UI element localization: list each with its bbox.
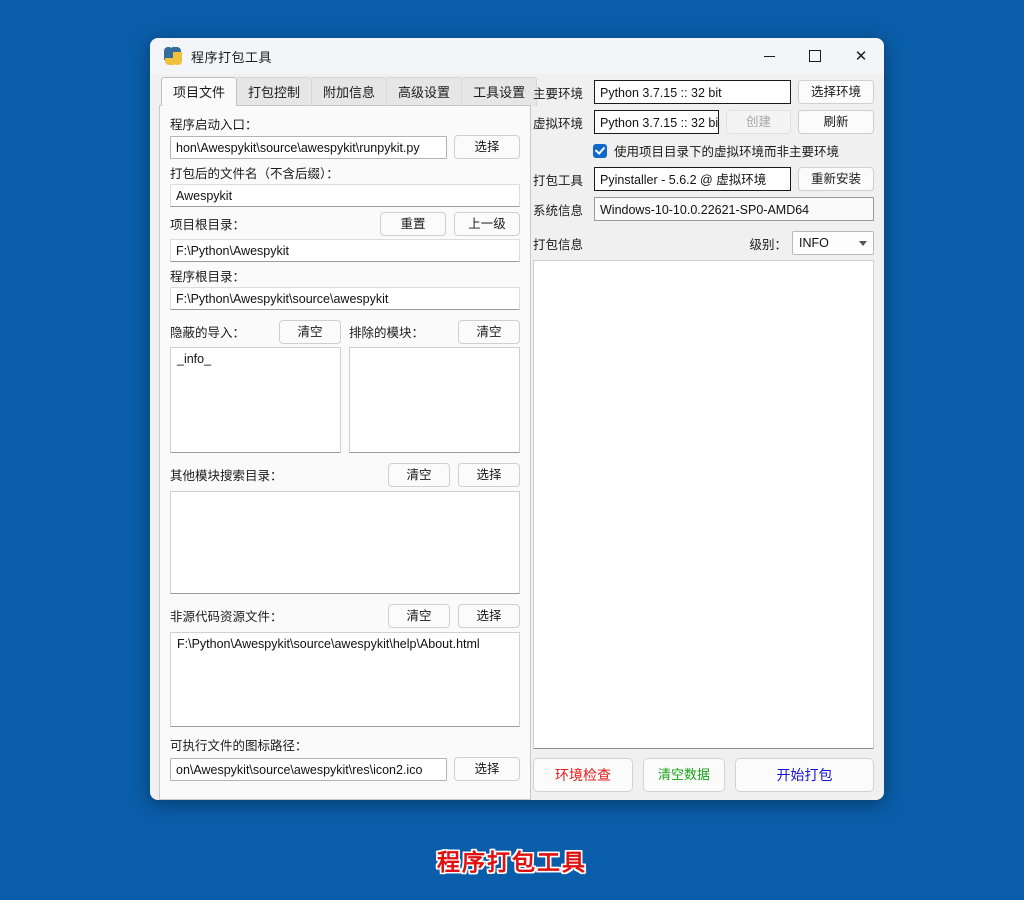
refresh-venv-button[interactable]: 刷新 bbox=[798, 110, 874, 134]
main-env-row: 主要环境 Python 3.7.15 :: 32 bit 选择环境 bbox=[533, 80, 874, 104]
log-panel-title: 打包信息 bbox=[533, 237, 584, 252]
tab-strip: 项目文件 打包控制 附加信息 高级设置 工具设置 bbox=[159, 77, 538, 106]
icon-path-label-row: 可执行文件的图标路径： bbox=[170, 735, 520, 754]
excluded-modules-label: 排除的模块： bbox=[349, 326, 425, 340]
left-pane: 项目文件 打包控制 附加信息 高级设置 工具设置 程序启动入口： hon\Awe… bbox=[150, 74, 538, 800]
resource-files-clear-button[interactable]: 清空 bbox=[388, 603, 450, 628]
excluded-modules-header: 排除的模块： 清空 bbox=[349, 319, 520, 344]
excluded-modules-list[interactable] bbox=[349, 347, 520, 453]
tab-tool-settings[interactable]: 工具设置 bbox=[461, 77, 538, 106]
hidden-imports-label: 隐蔽的导入： bbox=[170, 326, 246, 340]
resource-files-label: 非源代码资源文件： bbox=[170, 610, 283, 624]
action-bar: 环境检查 清空数据 开始打包 bbox=[533, 749, 874, 800]
entry-point-label-row: 程序启动入口： bbox=[170, 114, 520, 133]
output-name-input[interactable]: Awespykit bbox=[170, 184, 520, 207]
other-search-paths-label: 其他模块搜索目录： bbox=[170, 469, 283, 483]
reinstall-packtool-button[interactable]: 重新安装 bbox=[798, 167, 874, 191]
tab-extra-info[interactable]: 附加信息 bbox=[311, 77, 388, 106]
system-info-row: 系统信息 Windows-10-10.0.22621-SP0-AMD64 bbox=[533, 197, 874, 221]
tab-pack-control[interactable]: 打包控制 bbox=[236, 77, 313, 106]
pack-tool-label: 打包工具 bbox=[533, 173, 584, 188]
other-search-paths-header: 其他模块搜索目录： 清空 选择 bbox=[170, 462, 520, 487]
hidden-imports-list[interactable]: _info_ bbox=[170, 347, 341, 453]
virtual-env-row: 虚拟环境 Python 3.7.15 :: 32 bit 创建 刷新 bbox=[533, 110, 874, 134]
log-level-label: 级别： bbox=[749, 237, 787, 252]
pack-tool-row: 打包工具 Pyinstaller - 5.6.2 @ 虚拟环境 重新安装 bbox=[533, 167, 874, 191]
imports-lists-row: _info_ bbox=[170, 347, 520, 453]
hidden-imports-header: 隐蔽的导入： 清空 bbox=[170, 319, 341, 344]
log-level-value: INFO bbox=[799, 236, 829, 250]
virtual-env-label: 虚拟环境 bbox=[533, 116, 584, 131]
entry-point-row: hon\Awespykit\source\awespykit\runpykit.… bbox=[170, 135, 520, 159]
python-logo-icon bbox=[164, 47, 182, 65]
pack-tool-input[interactable]: Pyinstaller - 5.6.2 @ 虚拟环境 bbox=[594, 167, 791, 191]
program-root-label-row: 程序根目录： bbox=[170, 266, 520, 285]
log-level-select[interactable]: INFO bbox=[792, 231, 874, 255]
create-venv-button[interactable]: 创建 bbox=[726, 110, 791, 134]
start-pack-button[interactable]: 开始打包 bbox=[735, 758, 874, 792]
project-root-reset-button[interactable]: 重置 bbox=[380, 211, 446, 236]
other-search-paths-select-button[interactable]: 选择 bbox=[458, 462, 520, 487]
tab-advanced-settings[interactable]: 高级设置 bbox=[386, 77, 463, 106]
hidden-imports-clear-button[interactable]: 清空 bbox=[279, 319, 341, 344]
other-search-paths-list[interactable] bbox=[170, 491, 520, 594]
output-name-label-row: 打包后的文件名（不含后缀）： bbox=[170, 163, 520, 182]
resource-files-header: 非源代码资源文件： 清空 选择 bbox=[170, 603, 520, 628]
env-check-button[interactable]: 环境检查 bbox=[533, 758, 633, 792]
list-item[interactable]: F:\Python\Awespykit\source\awespykit\hel… bbox=[177, 637, 513, 651]
close-icon: ✕ bbox=[854, 46, 868, 65]
program-root-label: 程序根目录： bbox=[170, 270, 246, 284]
project-root-input[interactable]: F:\Python\Awespykit bbox=[170, 239, 520, 262]
desktop-caption: 程序打包工具 bbox=[437, 849, 587, 875]
application-window: 程序打包工具 ✕ 项目文件 打包控制 附加信息 高级设置 工具设置 程序启动入口… bbox=[150, 38, 884, 800]
virtual-env-input[interactable]: Python 3.7.15 :: 32 bit bbox=[594, 110, 719, 134]
program-root-input[interactable]: F:\Python\Awespykit\source\awespykit bbox=[170, 287, 520, 310]
window-controls: ✕ bbox=[746, 38, 884, 74]
output-name-label: 打包后的文件名（不含后缀）： bbox=[170, 167, 339, 181]
entry-point-input[interactable]: hon\Awespykit\source\awespykit\runpykit.… bbox=[170, 135, 447, 159]
clear-data-button[interactable]: 清空数据 bbox=[643, 758, 725, 792]
resource-files-select-button[interactable]: 选择 bbox=[458, 603, 520, 628]
project-root-header: 项目根目录： 重置 上一级 bbox=[170, 211, 520, 236]
icon-path-input[interactable]: on\Awespykit\source\awespykit\res\icon2.… bbox=[170, 757, 447, 781]
minimize-button[interactable] bbox=[746, 38, 792, 74]
maximize-button[interactable] bbox=[792, 38, 838, 74]
window-title: 程序打包工具 bbox=[191, 49, 273, 65]
icon-path-label: 可执行文件的图标路径： bbox=[170, 739, 308, 753]
window-body: 项目文件 打包控制 附加信息 高级设置 工具设置 程序启动入口： hon\Awe… bbox=[150, 74, 884, 800]
use-venv-checkbox-label: 使用项目目录下的虚拟环境而非主要环境 bbox=[614, 145, 840, 159]
close-button[interactable]: ✕ bbox=[838, 38, 884, 74]
entry-point-label: 程序启动入口： bbox=[170, 118, 258, 132]
icon-path-row: on\Awespykit\source\awespykit\res\icon2.… bbox=[170, 757, 520, 781]
imports-headers-row: 隐蔽的导入： 清空 排除的模块： 清空 bbox=[170, 319, 520, 344]
minimize-icon bbox=[763, 55, 775, 57]
log-panel-header: 打包信息 级别： INFO bbox=[533, 231, 874, 255]
title-bar: 程序打包工具 ✕ bbox=[150, 38, 884, 74]
tab-panel-project-file: 程序启动入口： hon\Awespykit\source\awespykit\r… bbox=[159, 105, 531, 800]
maximize-icon bbox=[809, 50, 821, 62]
use-venv-checkbox-row[interactable]: 使用项目目录下的虚拟环境而非主要环境 bbox=[593, 141, 874, 160]
tab-project-file[interactable]: 项目文件 bbox=[161, 77, 238, 106]
system-info-label: 系统信息 bbox=[533, 203, 584, 218]
excluded-modules-clear-button[interactable]: 清空 bbox=[458, 319, 520, 344]
resource-files-list[interactable]: F:\Python\Awespykit\source\awespykit\hel… bbox=[170, 632, 520, 727]
system-info-value: Windows-10-10.0.22621-SP0-AMD64 bbox=[594, 197, 874, 221]
entry-point-select-button[interactable]: 选择 bbox=[454, 135, 520, 159]
checkbox-checked-icon[interactable] bbox=[593, 143, 607, 158]
project-root-label: 项目根目录： bbox=[170, 218, 246, 232]
select-env-button[interactable]: 选择环境 bbox=[798, 80, 874, 104]
other-search-paths-clear-button[interactable]: 清空 bbox=[388, 462, 450, 487]
log-output-area[interactable] bbox=[533, 260, 874, 749]
main-env-label: 主要环境 bbox=[533, 86, 584, 101]
project-root-up-button[interactable]: 上一级 bbox=[454, 211, 520, 236]
list-item[interactable]: _info_ bbox=[177, 352, 334, 366]
main-env-input[interactable]: Python 3.7.15 :: 32 bit bbox=[594, 80, 791, 104]
right-pane: 主要环境 Python 3.7.15 :: 32 bit 选择环境 虚拟环境 P… bbox=[531, 74, 884, 800]
icon-path-select-button[interactable]: 选择 bbox=[454, 757, 520, 781]
chevron-down-icon bbox=[859, 240, 867, 246]
